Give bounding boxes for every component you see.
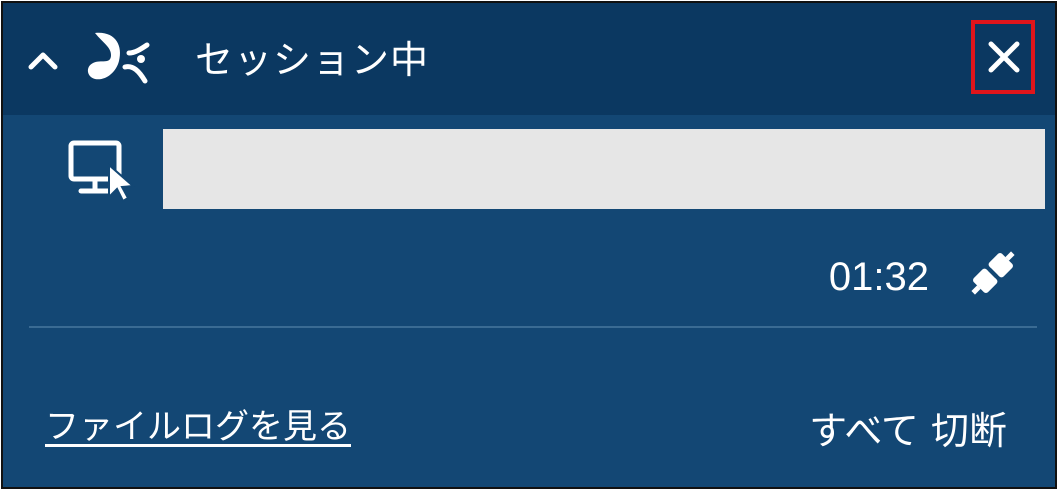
plug-connection-icon[interactable] [963,243,1023,303]
close-icon [988,41,1020,73]
session-status-title: セッション中 [195,38,430,82]
session-window: セッション中 01:32 ファイルログを見る すべて 切断 [1,1,1057,489]
close-button[interactable] [971,20,1035,94]
divider [29,326,1037,328]
collapse-button[interactable] [25,43,61,77]
chevron-up-icon [28,52,58,70]
view-file-log-link[interactable]: ファイルログを見る [45,399,351,455]
splashtop-logo-icon [81,27,155,93]
disconnect-all-button[interactable]: すべて 切断 [809,403,1007,459]
session-name-field[interactable] [163,129,1045,209]
remote-desktop-monitor-icon [65,135,141,205]
session-timer: 01:32 [828,255,929,299]
session-header: セッション中 [3,3,1055,115]
